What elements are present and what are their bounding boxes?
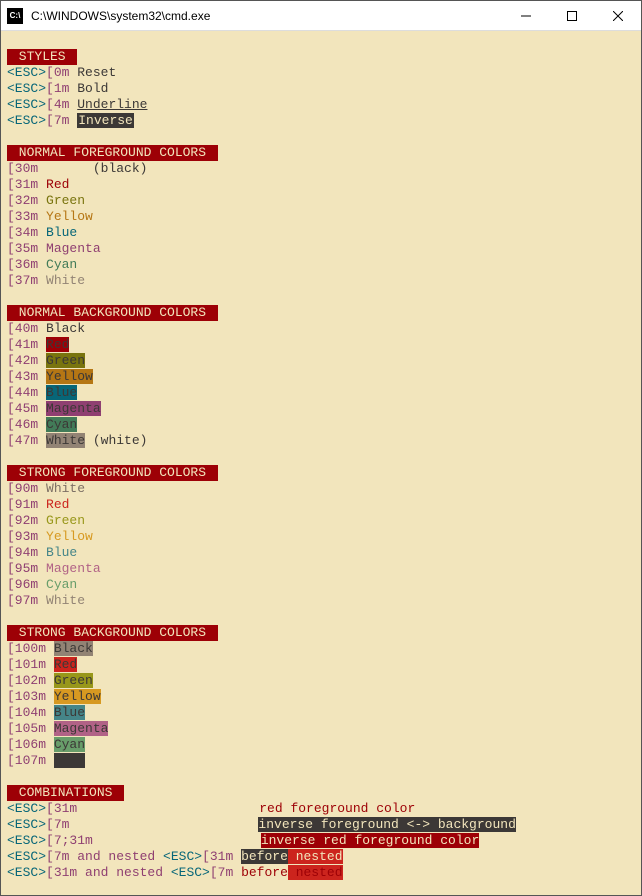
minimize-button[interactable] — [503, 1, 549, 31]
close-button[interactable] — [595, 1, 641, 31]
section-normal-fg: NORMAL FOREGROUND COLORS — [7, 145, 218, 161]
terminal-output[interactable]: STYLES <ESC>[0m Reset <ESC>[1m Bold <ESC… — [1, 31, 641, 895]
cmd-icon: C:\ — [7, 8, 23, 24]
section-normal-bg: NORMAL BACKGROUND COLORS — [7, 305, 218, 321]
titlebar[interactable]: C:\ C:\WINDOWS\system32\cmd.exe — [1, 1, 641, 31]
section-strong-fg: STRONG FOREGROUND COLORS — [7, 465, 218, 481]
cmd-window: C:\ C:\WINDOWS\system32\cmd.exe STYLES <… — [0, 0, 642, 896]
window-title: C:\WINDOWS\system32\cmd.exe — [29, 9, 503, 23]
section-combinations: COMBINATIONS — [7, 785, 124, 801]
maximize-button[interactable] — [549, 1, 595, 31]
section-styles: STYLES — [7, 49, 77, 65]
section-strong-bg: STRONG BACKGROUND COLORS — [7, 625, 218, 641]
